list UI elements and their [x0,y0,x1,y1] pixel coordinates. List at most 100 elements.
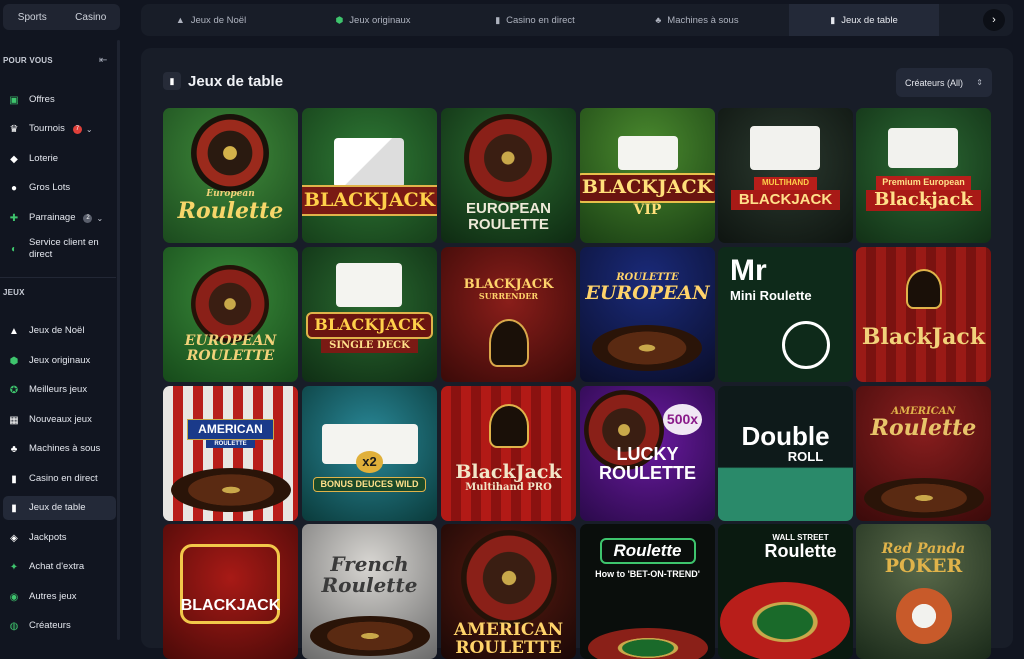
sidebar-item-jackpots[interactable]: ◈ Jackpots [3,526,116,550]
game-tile[interactable]: MULTIHAND BLACKJACK [718,108,853,243]
game-title: Roulette [321,572,418,597]
game-title: Premium European [876,176,971,190]
game-tile[interactable]: BlackJack Multihand PRO [441,386,576,521]
sidebar-item-label: Parrainage [29,212,76,223]
sidebar-item-createurs[interactable]: ◍ Créateurs [3,614,116,638]
sidebar-item-service-client[interactable]: ◐ Service client en direct [3,235,116,263]
sidebar-item-machines-a-sous[interactable]: ♣ Machines à sous [3,437,116,461]
jackpot-icon: ◈ [10,532,18,544]
creators-icon: ◍ [9,620,19,632]
sports-casino-toggle: Sports Casino [3,4,120,30]
game-tile[interactable]: EUROPEAN ROULETTE [441,108,576,243]
game-tile[interactable]: European Roulette [163,108,298,243]
game-title: BLACKJACK [730,189,841,210]
game-title: BLACKJACK [302,184,437,217]
game-tile[interactable]: BLACKJACK [163,524,298,659]
cherries-icon: ♣ [10,443,18,455]
game-tile[interactable]: x2 BONUS DEUCES WILD [302,386,437,521]
sports-toggle-button[interactable]: Sports [3,4,62,30]
game-tile[interactable]: BLACKJACK [302,108,437,243]
table-card-icon: ▮ [830,14,836,25]
sidebar-item-achat-extra[interactable]: ✦ Achat d'extra [3,555,116,579]
game-title: VIP [633,202,662,219]
game-tile[interactable]: AMERICAN ROULETTE [163,386,298,521]
collapse-sidebar-icon[interactable]: ⇤ [99,55,107,66]
game-title: BLACKJACK [306,311,433,339]
notification-badge: 2 [83,213,93,223]
game-tile[interactable]: Red Panda POKER [856,524,991,659]
notification-badge: 7 [72,124,82,134]
game-tile[interactable]: Roulette How to 'BET-ON-TREND' [580,524,715,659]
game-tile[interactable]: BLACKJACK VIP [580,108,715,243]
game-tile[interactable]: Mr Mini Roulette [718,247,853,382]
sidebar-scrollbar[interactable] [117,40,120,640]
sidebar-item-autres-jeux[interactable]: ◉ Autres jeux [3,585,116,609]
tab-jeux-originaux[interactable]: ⬢ Jeux originaux [303,4,443,36]
page-title: Jeux de table [188,73,284,90]
game-tile[interactable]: 500x LUCKY ROULETTE [580,386,715,521]
chevron-down-icon[interactable]: ⌄ [96,214,103,223]
game-title: French [330,551,409,576]
sidebar: Sports Casino POUR VOUS ⇤ ▣ Offres ♛ Tou… [0,0,122,640]
sidebar-item-meilleurs-jeux[interactable]: ✪ Meilleurs jeux [3,378,116,402]
game-title: MULTIHAND [754,177,817,190]
gift-icon: ▣ [9,94,19,106]
game-title: Roulette [764,541,837,562]
sidebar-item-label: Tournois [29,123,65,134]
trophy-icon: ♛ [9,123,19,135]
tab-label: Machines à sous [667,14,739,26]
tab-casino-en-direct[interactable]: ▮ Casino en direct [465,4,605,36]
creators-filter-select[interactable]: Créateurs (All) ⇕ [896,68,992,97]
sidebar-item-label: Offres [29,94,55,105]
game-title: EUROPEAN [465,199,551,217]
tab-jeux-de-noel[interactable]: ▲ Jeux de Noël [141,4,281,36]
section-title-jeux: JEUX [3,288,25,297]
game-title: AMERICAN [453,619,564,640]
game-tile[interactable]: AMERICAN ROULETTE [441,524,576,659]
game-title: ROULETTE [599,462,696,483]
tab-jeux-de-table[interactable]: ▮ Jeux de table [789,4,939,36]
sidebar-item-jeux-originaux[interactable]: ⬢ Jeux originaux [3,349,116,373]
game-title: POKER [884,554,963,577]
game-title: BlackJack [455,461,562,484]
game-title: How to 'BET-ON-TREND' [595,568,700,579]
table-card-icon: ▮ [163,72,181,90]
game-title: Multihand PRO [465,482,552,494]
game-tile[interactable]: BLACKJACK SINGLE DECK [302,247,437,382]
sidebar-item-label: Achat d'extra [29,561,85,572]
sidebar-item-gros-lots[interactable]: ● Gros Lots [3,176,116,200]
game-tile[interactable]: BlackJack [856,247,991,382]
game-title: Mini Roulette [730,287,812,303]
scroll-right-arrow-icon[interactable]: › [983,9,1005,31]
sidebar-item-nouveaux-jeux[interactable]: ▦ Nouveaux jeux [3,408,116,432]
headset-icon: ◐ [10,243,18,255]
game-tile[interactable]: EUROPEAN ROULETTE [163,247,298,382]
game-title: ROULETTE [468,215,549,233]
sidebar-item-label: Meilleurs jeux [29,384,88,395]
sidebar-item-jeux-de-noel[interactable]: ▲ Jeux de Noël [3,319,116,343]
money-bag-icon: ● [10,182,18,194]
game-tile[interactable]: Double ROLL [718,386,853,521]
tab-machines-a-sous[interactable]: ♣ Machines à sous [627,4,767,36]
game-title: EUROPEAN [585,281,710,304]
game-title: Roulette [177,197,284,224]
chevron-down-icon[interactable]: ⌄ [86,125,93,134]
game-tile[interactable]: WALL STREET Roulette [718,524,853,659]
game-tile[interactable]: AMERICAN Roulette [856,386,991,521]
game-tile[interactable]: French Roulette [302,524,437,659]
sidebar-item-jeux-de-table[interactable]: ▮ Jeux de table [3,496,116,520]
sidebar-item-label: Jackpots [29,532,67,543]
game-tile[interactable]: ROULETTE EUROPEAN [580,247,715,382]
sidebar-item-label: Gros Lots [29,182,71,193]
sidebar-item-casino-en-direct[interactable]: ▮ Casino en direct [3,467,116,491]
casino-toggle-button[interactable]: Casino [62,4,121,30]
sidebar-item-offres[interactable]: ▣ Offres [3,88,116,112]
sidebar-item-parrainage[interactable]: ✚ Parrainage 2 ⌄ [3,206,116,230]
game-tile[interactable]: Premium European Blackjack [856,108,991,243]
game-tile[interactable]: BLACKJACK SURRENDER [441,247,576,382]
game-title: Double [741,421,830,452]
sidebar-item-loterie[interactable]: ◆ Loterie [3,147,116,171]
sidebar-item-tournois[interactable]: ♛ Tournois 7 ⌄ [3,117,116,141]
sidebar-item-label: Casino en direct [29,473,98,484]
game-title: ROULETTE [206,439,255,448]
